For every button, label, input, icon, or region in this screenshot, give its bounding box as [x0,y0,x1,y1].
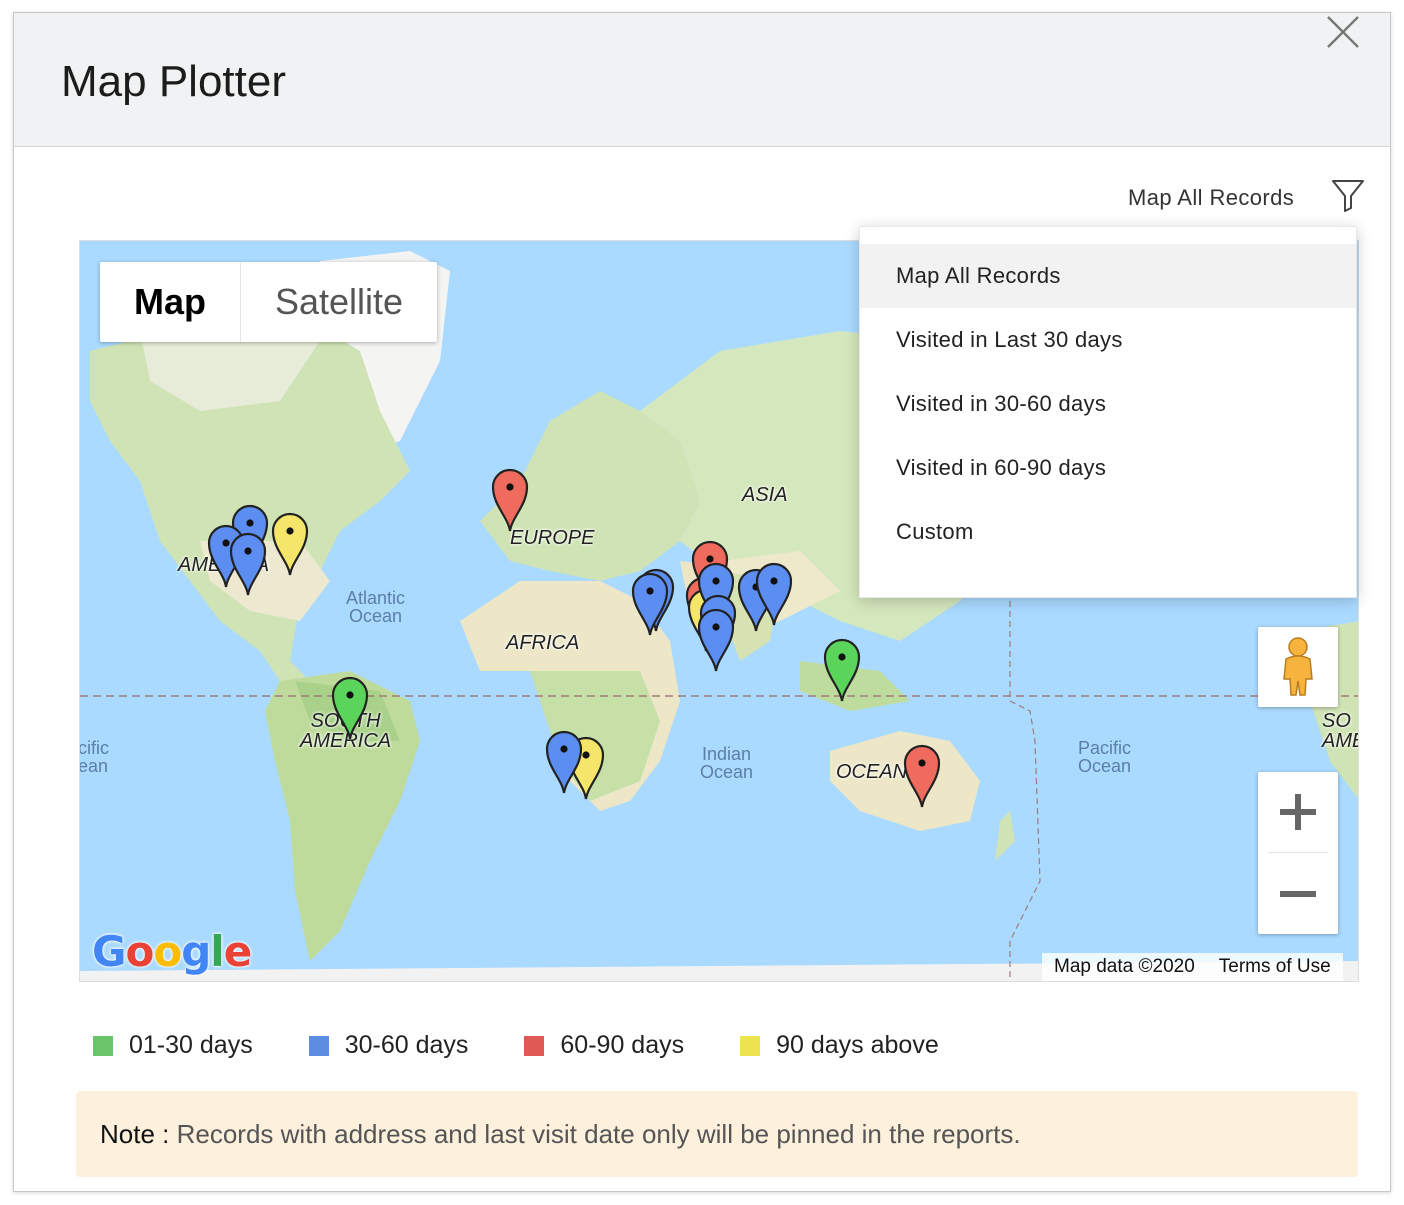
legend-item: 30-60 days [308,1031,468,1060]
legend-item: 90 days above [740,1031,939,1060]
legend-swatch-yellow [740,1035,761,1056]
dropdown-item-30-60-days[interactable]: Visited in 30-60 days [860,372,1356,436]
note-text: Records with address and last visit date… [176,1119,1021,1149]
map-pin-blue[interactable] [544,729,584,795]
label-atlantic-ocean: Atlantic Ocean [346,588,406,626]
dialog-header: Map Plotter [14,13,1390,147]
dropdown-item-last-30-days[interactable]: Visited in Last 30 days [860,308,1356,372]
dialog-title: Map Plotter [61,57,286,106]
legend-swatch-blue [308,1035,329,1056]
legend: 01-30 days 30-60 days 60-90 days 90 days… [93,1031,995,1060]
map-pin-red[interactable] [490,467,530,533]
legend-item: 01-30 days [93,1031,253,1060]
label-south-america-right: SOAME [1322,710,1358,752]
map-pin-blue[interactable] [754,561,794,627]
map-pin-blue[interactable] [696,607,736,673]
zoom-out-button[interactable] [1258,854,1338,934]
label-indian-ocean: Indian Ocean [700,744,754,782]
map-plotter-dialog: Map Plotter Map All Records Map Satellit… [13,12,1391,1192]
map-pin-red[interactable] [902,743,942,809]
terms-of-use-link[interactable]: Terms of Use [1219,953,1331,981]
dropdown-item-60-90-days[interactable]: Visited in 60-90 days [860,436,1356,500]
map-pin-green[interactable] [822,637,862,703]
label-africa: AFRICA [506,632,580,654]
dropdown-item-map-all-records[interactable]: Map All Records [860,244,1356,308]
label-pacific-ocean: Pacific Ocean [1078,738,1132,776]
zoom-divider [1268,852,1328,853]
legend-item: 60-90 days [524,1031,684,1060]
label-pacific-ocean-left: cific ean [79,738,109,776]
street-view-pegman-icon [1283,637,1313,696]
note-label: Note : [100,1119,170,1149]
zoom-in-button[interactable] [1258,772,1338,852]
street-view-pegman-button[interactable] [1258,627,1338,707]
filter-dropdown-menu: Map All Records Visited in Last 30 days … [859,226,1357,598]
zoom-control [1258,772,1338,934]
map-pin-blue[interactable] [630,571,670,637]
close-icon[interactable] [1320,9,1366,55]
google-logo: Google [92,927,252,976]
legend-swatch-red [524,1035,545,1056]
map-pin-green[interactable] [330,675,370,741]
map-pin-yellow[interactable] [270,511,310,577]
filter-funnel-icon[interactable] [1330,177,1366,213]
legend-swatch-green [93,1035,113,1056]
map-type-satellite-button[interactable]: Satellite [240,262,437,342]
label-asia: ASIA [742,484,788,506]
dropdown-item-custom[interactable]: Custom [860,500,1356,564]
map-attribution: Map data ©2020 Terms of Use [1042,953,1343,981]
map-type-control: Map Satellite [100,262,438,342]
filter-selected-label[interactable]: Map All Records [1128,185,1294,211]
map-pin-blue[interactable] [228,531,268,597]
map-type-map-button[interactable]: Map [100,262,240,342]
map-data-credit: Map data ©2020 [1054,956,1195,977]
note-banner: Note : Records with address and last vis… [76,1091,1358,1177]
